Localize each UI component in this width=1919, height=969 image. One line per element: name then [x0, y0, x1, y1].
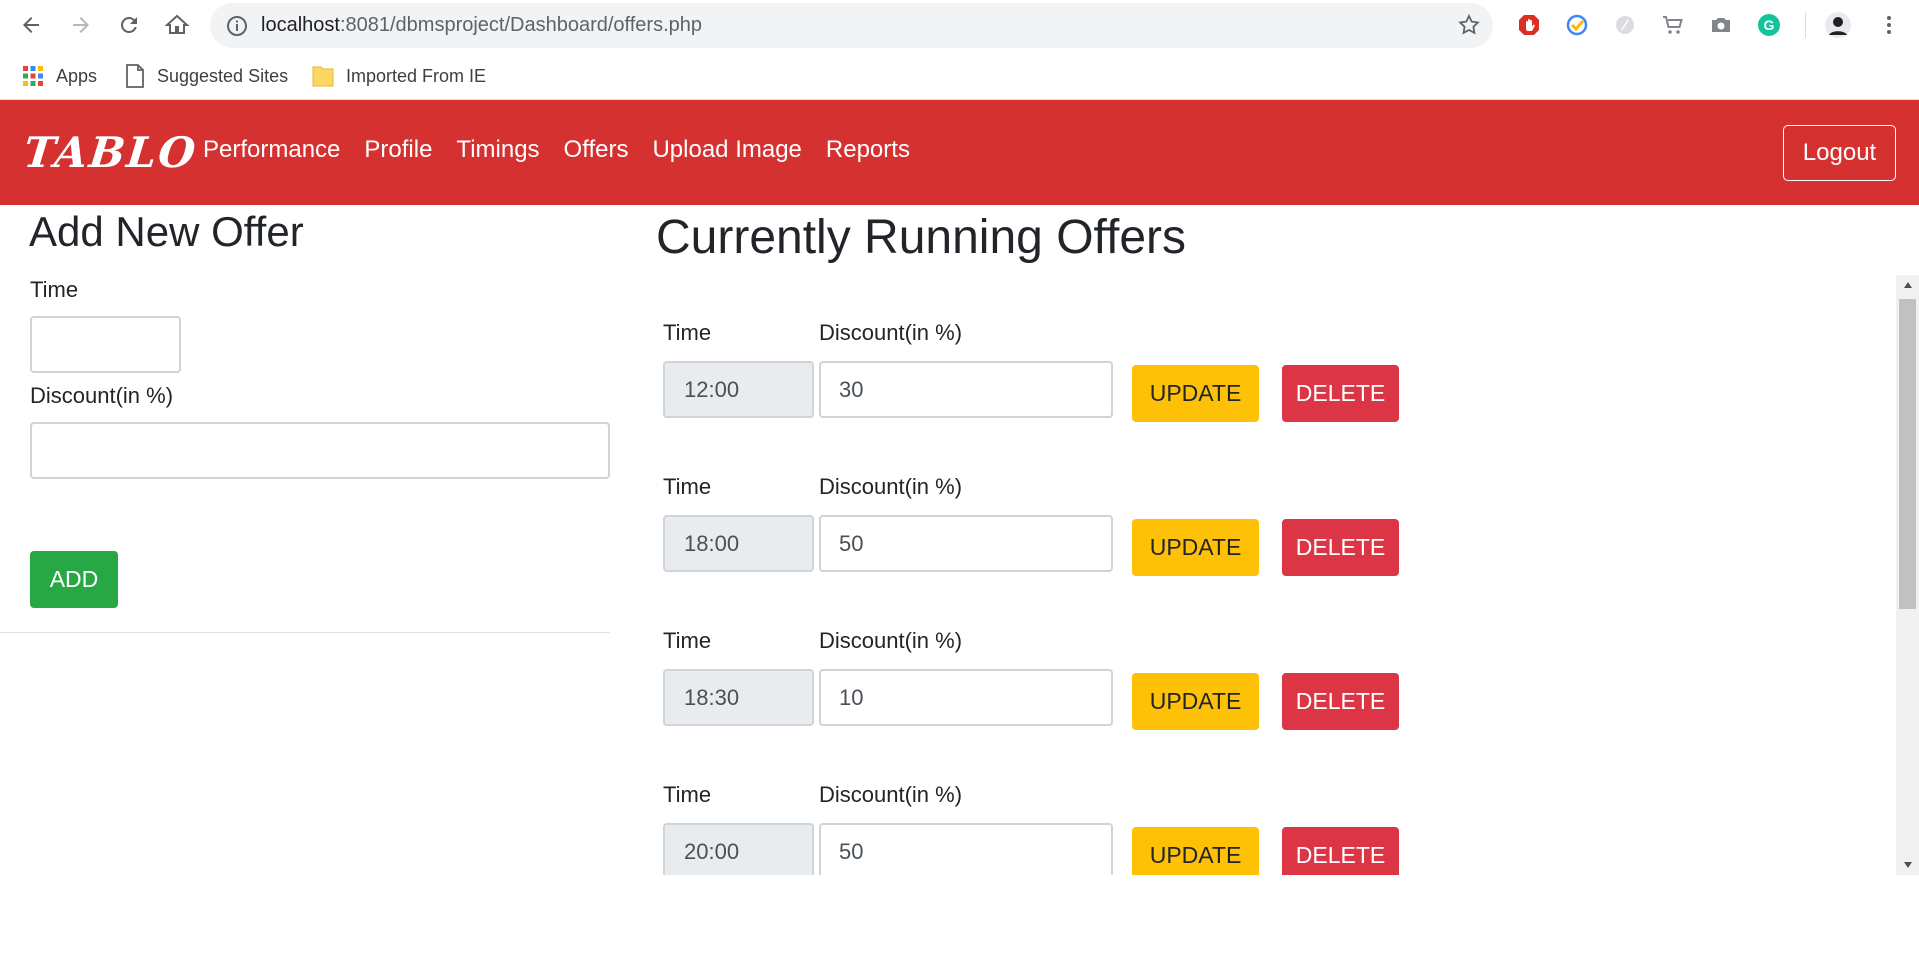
offer-row: Time Discount(in %) UPDATE DELETE [656, 429, 1416, 583]
offer-time-label: Time [663, 628, 712, 653]
shopping-cart-extension-icon[interactable] [1659, 11, 1687, 39]
offer-discount-label: Discount(in %) [819, 782, 963, 807]
delete-offer-button[interactable]: DELETE [1282, 365, 1399, 422]
scroll-thumb[interactable] [1899, 299, 1916, 609]
update-offer-button[interactable]: UPDATE [1132, 827, 1259, 875]
offer-row: Time Discount(in %) UPDATE DELETE [656, 737, 1416, 875]
nav-link-offers[interactable]: Offers [564, 136, 629, 164]
offer-discount-label: Discount(in %) [819, 320, 963, 345]
chrome-menu-icon[interactable] [1875, 11, 1903, 39]
folder-icon [312, 66, 334, 87]
home-icon[interactable] [162, 10, 192, 40]
new-offer-discount-label: Discount(in %) [30, 383, 174, 408]
bookmark-apps[interactable]: Apps [22, 62, 97, 90]
svg-text:G: G [1764, 17, 1775, 33]
nav-link-upload-image[interactable]: Upload Image [652, 136, 801, 164]
offer-time-label: Time [663, 782, 712, 807]
update-offer-button[interactable]: UPDATE [1132, 673, 1259, 730]
adblock-extension-icon[interactable] [1515, 11, 1543, 39]
app-navbar: TABLO Performance Profile Timings Offers… [0, 100, 1919, 205]
delete-offer-button[interactable]: DELETE [1282, 673, 1399, 730]
reload-icon[interactable] [114, 10, 144, 40]
url-text: localhost:8081/dbmsproject/Dashboard/off… [261, 14, 703, 36]
bookmark-star-icon[interactable] [1457, 13, 1481, 42]
offers-scrollbar[interactable] [1896, 275, 1919, 875]
offer-row: Time Discount(in %) UPDATE DELETE [656, 275, 1416, 429]
add-offer-button[interactable]: ADD [30, 551, 118, 608]
scroll-down-arrow-icon[interactable] [1896, 855, 1919, 875]
offer-time-input [663, 515, 814, 572]
offer-discount-label: Discount(in %) [819, 474, 963, 499]
divider [0, 632, 610, 633]
bookmark-suggested-sites[interactable]: Suggested Sites [125, 62, 288, 90]
nav-link-timings[interactable]: Timings [456, 136, 539, 164]
bookmark-label: Suggested Sites [157, 65, 289, 86]
todo-extension-icon[interactable] [1563, 11, 1591, 39]
bookmark-label: Imported From IE [346, 65, 487, 86]
running-offers-list: Time Discount(in %) UPDATE DELETE Time D… [656, 275, 1896, 875]
bookmarks-bar: Apps Suggested Sites Imported From IE [0, 52, 1919, 100]
offer-discount-label: Discount(in %) [819, 628, 963, 653]
nav-link-performance[interactable]: Performance [203, 136, 340, 164]
grammarly-extension-icon[interactable]: G [1755, 11, 1783, 39]
add-offer-heading: Add New Offer [29, 208, 304, 255]
forward-icon[interactable] [66, 10, 96, 40]
nav-link-profile[interactable]: Profile [364, 136, 432, 164]
toolbar-separator [1805, 12, 1806, 38]
delete-offer-button[interactable]: DELETE [1282, 827, 1399, 875]
offer-discount-input[interactable] [819, 669, 1113, 726]
update-offer-button[interactable]: UPDATE [1132, 519, 1259, 576]
nav-link-reports[interactable]: Reports [826, 136, 910, 164]
offer-discount-input[interactable] [819, 515, 1113, 572]
brand-logo[interactable]: TABLO [21, 128, 199, 177]
logout-button[interactable]: Logout [1783, 125, 1896, 181]
offer-time-input [663, 669, 814, 726]
apps-grid-icon [23, 66, 43, 86]
offer-row: Time Discount(in %) UPDATE DELETE [656, 583, 1416, 737]
grey-extension-icon[interactable] [1611, 11, 1639, 39]
offer-time-input [663, 361, 814, 418]
address-bar[interactable]: localhost:8081/dbmsproject/Dashboard/off… [210, 3, 1493, 48]
offer-discount-input[interactable] [819, 361, 1113, 418]
scroll-up-arrow-icon[interactable] [1896, 275, 1919, 295]
offer-discount-input[interactable] [819, 823, 1113, 875]
offer-time-label: Time [663, 320, 712, 345]
running-offers-heading: Currently Running Offers [656, 211, 1187, 264]
update-offer-button[interactable]: UPDATE [1132, 365, 1259, 422]
camera-extension-icon[interactable] [1707, 11, 1735, 39]
new-offer-discount-input[interactable] [30, 422, 610, 479]
offer-time-input [663, 823, 814, 875]
profile-avatar-icon[interactable] [1824, 11, 1852, 39]
delete-offer-button[interactable]: DELETE [1282, 519, 1399, 576]
new-offer-time-label: Time [30, 277, 79, 302]
bookmark-label: Apps [56, 65, 98, 86]
bookmark-imported-from-ie[interactable]: Imported From IE [312, 62, 486, 90]
nav-links: Performance Profile Timings Offers Uploa… [203, 136, 910, 164]
page-icon [126, 64, 144, 88]
new-offer-time-input[interactable] [30, 316, 181, 373]
site-info-icon[interactable] [226, 15, 248, 42]
back-icon[interactable] [16, 10, 46, 40]
browser-toolbar: localhost:8081/dbmsproject/Dashboard/off… [0, 0, 1919, 52]
offer-time-label: Time [663, 474, 712, 499]
